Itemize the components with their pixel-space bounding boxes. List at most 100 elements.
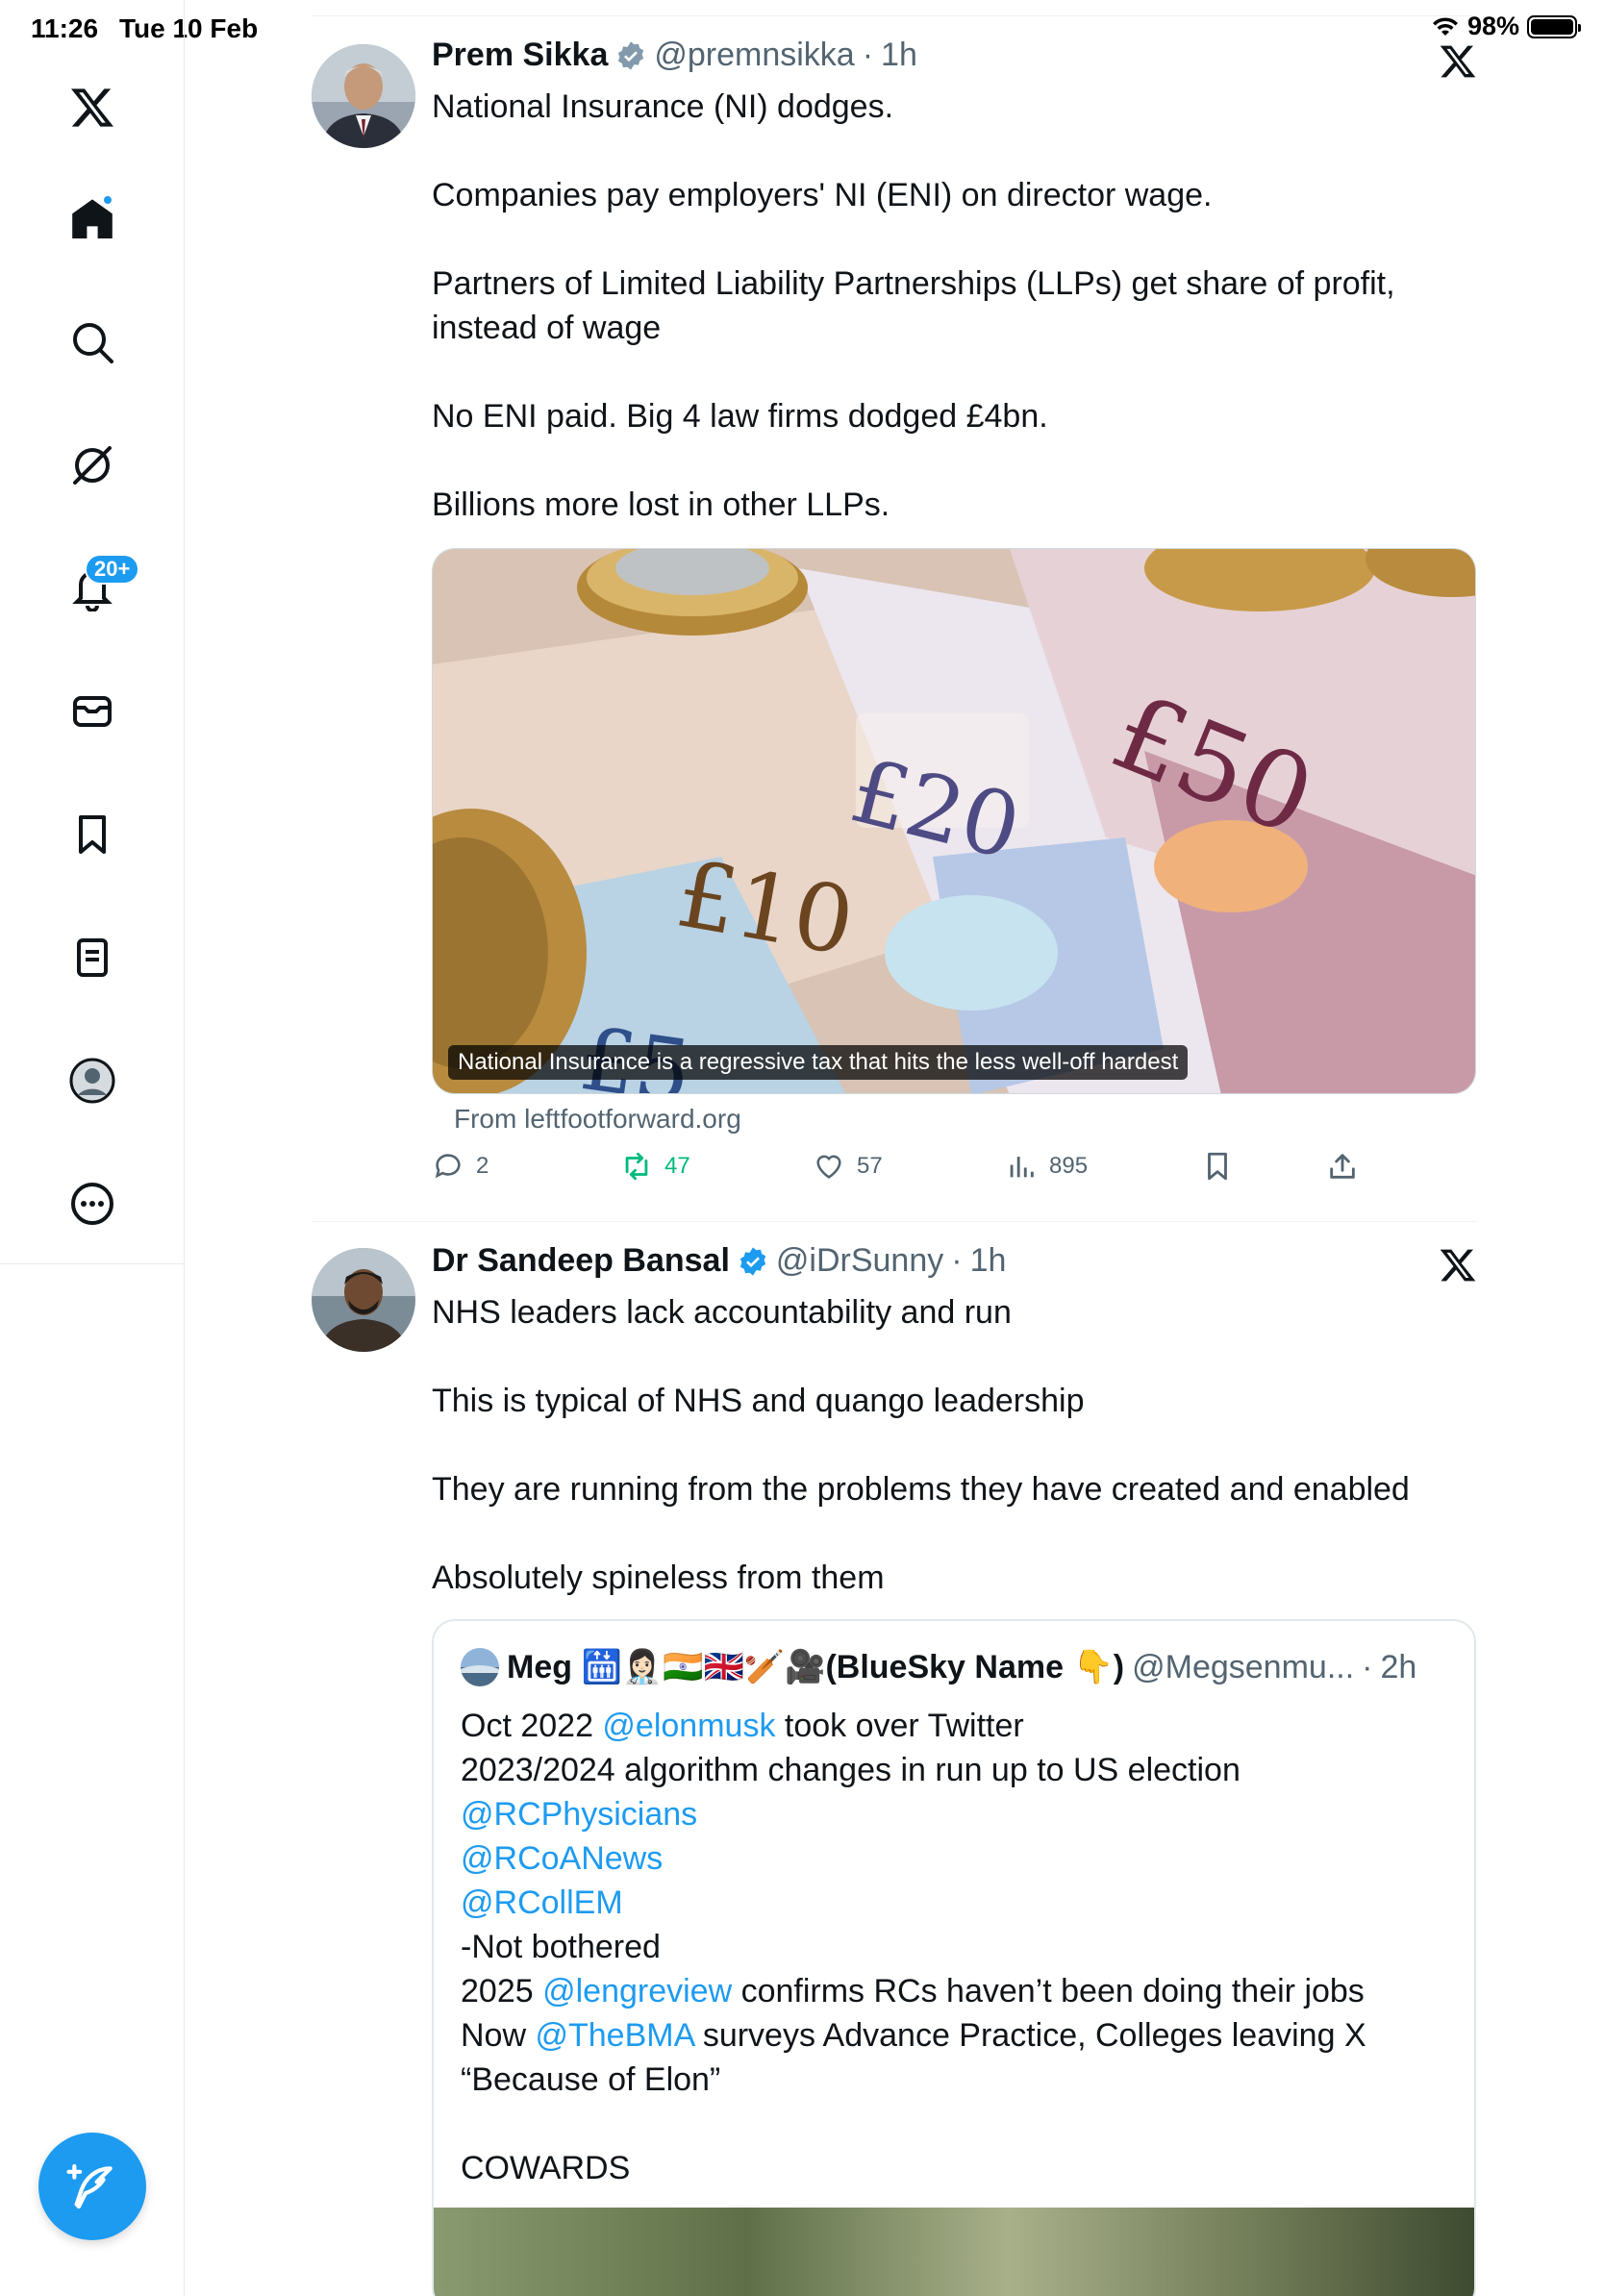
search-icon — [73, 323, 113, 363]
link-card-image[interactable]: £50 £20 £10 £5 National Insurance is a r… — [432, 548, 1476, 1094]
reply-icon — [435, 1154, 461, 1179]
quote-text-segment: took over Twitter — [775, 1708, 1024, 1744]
repost-count: 47 — [664, 1153, 690, 1179]
tweet-body: NHS leaders lack accountability and run … — [432, 1290, 1451, 1600]
quote-line-blank — [461, 2102, 1451, 2146]
quote-line: Oct 2022 @elonmusk took over Twitter — [461, 1704, 1451, 1748]
sidebar-item-lists[interactable] — [54, 919, 131, 996]
mention-link[interactable]: @TheBMA — [535, 2017, 693, 2054]
card-source[interactable]: From leftfootforward.org — [454, 1104, 741, 1135]
quote-line: -Not bothered — [461, 1929, 661, 1965]
compose-post-button[interactable] — [38, 2133, 146, 2240]
sidebar-item-bookmarks[interactable] — [54, 796, 131, 873]
sidebar-item-more[interactable] — [54, 1165, 131, 1242]
author-name[interactable]: Prem Sikka — [432, 37, 608, 74]
verified-badge-icon — [739, 1246, 766, 1276]
mention-link[interactable]: @lengreview — [542, 1973, 732, 2009]
bookmark-button[interactable] — [1201, 1150, 1234, 1183]
mention-link[interactable]: @RCollEM — [461, 1881, 1451, 1925]
quoted-post[interactable]: Meg 🛗👩🏻‍⚕️🇮🇳🇬🇧🏏🎥(BlueSky Name 👇) @Megsen… — [432, 1619, 1476, 2296]
share-icon — [1330, 1154, 1355, 1179]
views-chart-icon — [1010, 1157, 1034, 1178]
quote-line: “Because of Elon” — [461, 2061, 721, 2098]
tweet-paragraph: NHS leaders lack accountability and run — [432, 1294, 1012, 1331]
x-logo-icon[interactable] — [54, 69, 131, 146]
notification-badge: 20+ — [85, 554, 140, 585]
repost-icon — [625, 1152, 648, 1181]
sidebar-item-messages[interactable] — [54, 673, 131, 750]
quote-body: Oct 2022 @elonmusk took over Twitter 202… — [461, 1704, 1451, 2190]
views-button[interactable]: 895 — [1005, 1150, 1088, 1183]
sidebar-item-search[interactable] — [54, 304, 131, 381]
mention-link[interactable]: @RCPhysicians — [461, 1792, 1451, 1836]
sidebar-divider — [0, 1263, 185, 1264]
tweet-paragraph: No ENI paid. Big 4 law firms dodged £4bn… — [432, 398, 1048, 435]
like-button[interactable]: 57 — [813, 1150, 883, 1183]
author-name[interactable]: Dr Sandeep Bansal — [432, 1242, 730, 1280]
tweet-paragraph: Companies pay employers' NI (ENI) on dir… — [432, 177, 1213, 213]
quote-line: COWARDS — [461, 2150, 631, 2186]
top-divider — [312, 15, 1477, 16]
x-logo-icon — [1440, 1249, 1476, 1282]
list-icon — [77, 938, 108, 977]
tweet-paragraph: They are running from the problems they … — [432, 1471, 1410, 1508]
separator-dot: · — [951, 1242, 963, 1279]
more-icon — [71, 1183, 113, 1225]
post-time[interactable]: 1h — [881, 37, 917, 74]
share-button[interactable] — [1326, 1150, 1359, 1183]
quote-author-name: Meg 🛗👩🏻‍⚕️🇮🇳🇬🇧🏏🎥(BlueSky Name 👇) — [507, 1649, 1125, 1685]
compose-feather-icon — [66, 2163, 113, 2209]
author-handle[interactable]: @iDrSunny — [776, 1242, 943, 1280]
profile-avatar-icon — [69, 1058, 115, 1104]
sidebar-item-grok[interactable] — [54, 427, 131, 504]
sidebar-item-profile[interactable] — [54, 1042, 131, 1119]
timeline-feed: Prem Sikka @premnsikka · 1h National Ins… — [312, 0, 1477, 2296]
tweet-body: National Insurance (NI) dodges. Companie… — [432, 85, 1451, 527]
reply-count: 2 — [476, 1153, 489, 1179]
mention-link[interactable]: @elonmusk — [602, 1708, 775, 1744]
author-handle[interactable]: @premnsikka — [654, 37, 854, 74]
post-time[interactable]: 1h — [970, 1242, 1007, 1280]
avatar[interactable] — [312, 44, 415, 148]
grok-icon — [73, 446, 112, 485]
quote-text-segment: confirms RCs haven’t been doing their jo… — [732, 1973, 1365, 2009]
quote-time: 2h — [1380, 1648, 1417, 1685]
quote-line: Now @TheBMA surveys Advance Practice, Co… — [461, 2013, 1451, 2058]
tweet-paragraph: Absolutely spineless from them — [432, 1560, 885, 1596]
quote-text-segment: surveys Advance Practice, Colleges leavi… — [693, 2017, 1366, 2054]
avatar[interactable] — [312, 1248, 415, 1352]
media-caption: National Insurance is a regressive tax t… — [448, 1045, 1189, 1080]
tweet-paragraph: This is typical of NHS and quango leader… — [432, 1383, 1085, 1419]
tweet-header: Dr Sandeep Bansal @iDrSunny · 1h — [432, 1242, 1006, 1280]
mail-icon — [73, 696, 112, 727]
quote-header: Meg 🛗👩🏻‍⚕️🇮🇳🇬🇧🏏🎥(BlueSky Name 👇) @Megsen… — [461, 1648, 1416, 1686]
home-unread-dot — [102, 194, 113, 206]
sidebar-nav: 20+ — [0, 0, 185, 2296]
separator-dot: · — [862, 37, 874, 73]
bookmark-icon — [1208, 1152, 1227, 1181]
bookmark-icon — [79, 815, 106, 854]
tweet-actions: 2 47 57 895 — [432, 1150, 1393, 1198]
sidebar-item-home[interactable] — [54, 181, 131, 258]
quote-text-segment: 2025 — [461, 1973, 543, 2009]
like-count: 57 — [857, 1153, 883, 1179]
repost-button[interactable]: 47 — [620, 1150, 690, 1183]
quote-media-image[interactable] — [434, 2208, 1474, 2296]
reply-button[interactable]: 2 — [432, 1150, 489, 1183]
x-logo-icon — [1440, 45, 1476, 78]
quote-line: 2025 @lengreview confirms RCs haven’t be… — [461, 1969, 1451, 2013]
tweet-divider — [312, 1221, 1477, 1222]
separator-dot: · — [1362, 1648, 1373, 1685]
quote-line: 2023/2024 algorithm changes in run up to… — [461, 1752, 1241, 1788]
quote-text-segment: Oct 2022 — [461, 1708, 603, 1744]
sidebar-item-notifications[interactable]: 20+ — [54, 550, 140, 627]
verified-badge-icon — [618, 40, 644, 70]
tweet-paragraph: National Insurance (NI) dodges. — [432, 88, 894, 125]
mention-link[interactable]: @RCoANews — [461, 1836, 1451, 1881]
heart-icon — [816, 1155, 841, 1179]
battery-icon — [1527, 14, 1581, 38]
quote-author-handle: @Megsenmu... — [1132, 1648, 1355, 1685]
quote-avatar — [461, 1648, 499, 1686]
tweet-header: Prem Sikka @premnsikka · 1h — [432, 37, 917, 74]
tweet-paragraph: Billions more lost in other LLPs. — [432, 487, 890, 523]
